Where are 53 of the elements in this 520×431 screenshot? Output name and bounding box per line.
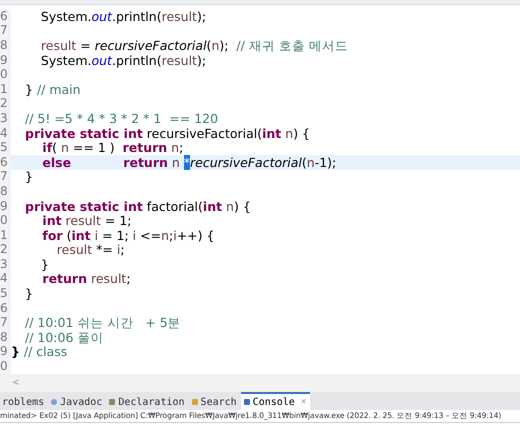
line-number: 1 bbox=[0, 82, 11, 97]
code-line: } // class bbox=[11, 344, 68, 360]
line-number: 2 bbox=[0, 242, 11, 258]
line-number: 3 bbox=[0, 110, 11, 126]
code-line: } // main bbox=[24, 82, 81, 97]
line-number: 0 bbox=[0, 213, 11, 228]
code-line: System.out.println(result); bbox=[40, 8, 206, 24]
line-number: 6 bbox=[0, 154, 11, 170]
code-line: result *= i; bbox=[56, 242, 125, 258]
line-number: 7 bbox=[0, 169, 11, 184]
line-number: 9 bbox=[0, 344, 11, 360]
line-number: 3 bbox=[0, 256, 11, 272]
line-number: 9 bbox=[0, 198, 11, 214]
line-number: 9 bbox=[0, 52, 11, 68]
line-number: 8 bbox=[0, 184, 11, 199]
code-line: else return n *recursiveFactorial(n-1); bbox=[41, 154, 336, 170]
line-number: 2 bbox=[0, 96, 11, 112]
line-number: 7 bbox=[0, 315, 11, 330]
line-number: 4 bbox=[0, 271, 11, 286]
code-line: } bbox=[40, 256, 49, 272]
line-number: 0 bbox=[0, 67, 11, 82]
line-number: 8 bbox=[0, 330, 11, 345]
code-line: int result = 1; bbox=[42, 213, 132, 228]
tab-icon bbox=[50, 398, 58, 406]
panel-tab[interactable]: Javadoc bbox=[48, 392, 106, 410]
code-line: } bbox=[24, 286, 33, 302]
tab-icon bbox=[242, 398, 251, 406]
panel-tab[interactable]: Search bbox=[188, 392, 241, 410]
line-number: 1 bbox=[0, 228, 11, 243]
code-line: private static int recursiveFactorial(int n) { bbox=[24, 126, 310, 141]
code-line: for (int i = 1; i <=n;i++) { bbox=[41, 228, 214, 243]
tab-icon bbox=[190, 398, 199, 406]
line-number: 7 bbox=[0, 23, 11, 38]
code-line: result = recursiveFactorial(n); // 재귀 호출 메서드 bbox=[40, 38, 348, 53]
code-line: // 5! =5 * 4 * 3 * 2 * 1 == 120 bbox=[24, 110, 218, 126]
line-number: 4 bbox=[0, 126, 11, 141]
tab-icon bbox=[108, 398, 116, 406]
panel-tab[interactable]: Declaration bbox=[106, 392, 189, 410]
line-number: 6 bbox=[0, 300, 11, 316]
code-line: System.out.println(result); bbox=[40, 52, 206, 68]
code-line: if( n == 1 ) return n; bbox=[42, 140, 184, 156]
panel-tab[interactable]: roblems bbox=[0, 392, 48, 410]
line-number: 8 bbox=[0, 38, 11, 53]
line-number: 0 bbox=[0, 359, 11, 374]
panel-tab[interactable]: Console × bbox=[240, 392, 310, 410]
code-line: } bbox=[24, 169, 33, 184]
code-line: // 10:06 풀이 bbox=[24, 330, 104, 345]
line-number: 6 bbox=[0, 8, 11, 24]
line-number: 5 bbox=[0, 286, 11, 302]
code-line: // 10:01 쉬는 시간 + 5분 bbox=[24, 315, 181, 330]
code-line: return result; bbox=[41, 271, 131, 286]
code-line: private static int factorial(int n) { bbox=[24, 198, 251, 214]
line-number: 5 bbox=[0, 140, 11, 156]
